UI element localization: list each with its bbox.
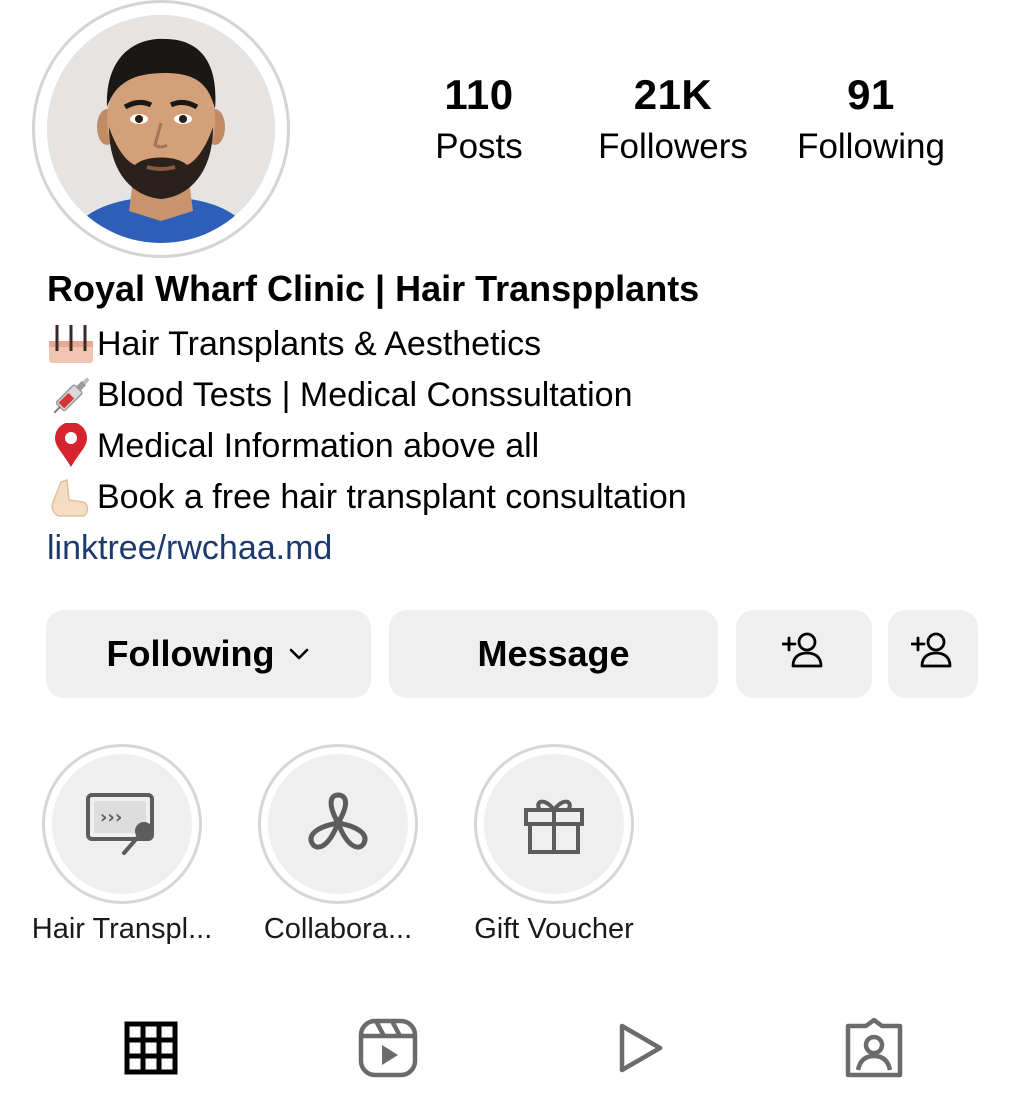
svg-text:›››: ››› (100, 807, 122, 828)
highlight-ring: ››› (42, 744, 202, 904)
highlight-collaborations[interactable]: Collabora... (238, 744, 438, 945)
profile-name: Royal Wharf Clinic | Hair Transpplants (47, 268, 700, 309)
person-add-icon (910, 630, 955, 679)
play-icon (612, 1021, 666, 1080)
bio-text: Blood Tests | Medical Conssultation (97, 376, 633, 414)
bio-text: Medical Information above all (97, 427, 540, 465)
bio-text: Book a free hair transplant consultation (97, 478, 687, 516)
reels-icon (358, 1018, 418, 1083)
stat-posts[interactable]: 110 Posts (379, 70, 579, 170)
stat-followers-value: 21K (633, 71, 713, 118)
highlight-ring (258, 744, 418, 904)
round-pushpin-icon (47, 422, 97, 469)
stat-posts-label: Posts (435, 127, 523, 166)
highlight-label: Gift Voucher (474, 913, 634, 945)
avatar-ring[interactable] (32, 0, 290, 258)
hair-follicle-icon (47, 321, 97, 367)
bio-text: Hair Transplants & Aesthetics (97, 325, 542, 363)
gift-icon (484, 754, 624, 894)
tab-posts-grid[interactable] (119, 1018, 183, 1082)
tagged-person-icon (844, 1017, 904, 1083)
chevron-down-icon (288, 647, 310, 661)
tab-reels[interactable] (356, 1018, 420, 1082)
presentation-board-icon: ››› (52, 754, 192, 894)
highlight-ring (474, 744, 634, 904)
add-user-button[interactable] (736, 610, 872, 698)
tab-videos[interactable] (607, 1018, 671, 1082)
highlight-hair-transplants[interactable]: ››› Hair Transpl... (22, 744, 222, 945)
stat-followers-label: Followers (598, 127, 748, 166)
stat-following-value: 91 (847, 71, 895, 118)
person-add-icon (781, 630, 826, 679)
bio-line: Blood Tests | Medical Conssultation (47, 372, 632, 418)
bio-line: Book a free hair transplant consultation (47, 474, 687, 520)
stat-followers[interactable]: 21K Followers (573, 70, 773, 170)
bio-link[interactable]: linktree/rwchaa.md (47, 525, 332, 571)
suggested-users-button[interactable] (888, 610, 978, 698)
bio-line: Medical Information above all (47, 422, 540, 469)
down-pointing-hand-icon (47, 474, 97, 520)
message-button[interactable]: Message (389, 610, 718, 698)
threads-knot-icon (268, 754, 408, 894)
avatar[interactable] (47, 15, 275, 243)
following-button-label: Following (106, 633, 275, 674)
stat-posts-value: 110 (444, 71, 514, 118)
following-button[interactable]: Following (46, 610, 371, 698)
profile-photo (47, 15, 275, 243)
stat-following[interactable]: 91 Following (771, 70, 971, 170)
syringe-icon (47, 372, 97, 418)
grid-icon (124, 1021, 178, 1080)
stat-following-label: Following (797, 127, 945, 166)
bio-line: Hair Transplants & Aesthetics (47, 321, 541, 367)
tab-tagged[interactable] (842, 1017, 906, 1083)
highlight-gift-voucher[interactable]: Gift Voucher (454, 744, 654, 945)
message-button-label: Message (477, 633, 630, 674)
